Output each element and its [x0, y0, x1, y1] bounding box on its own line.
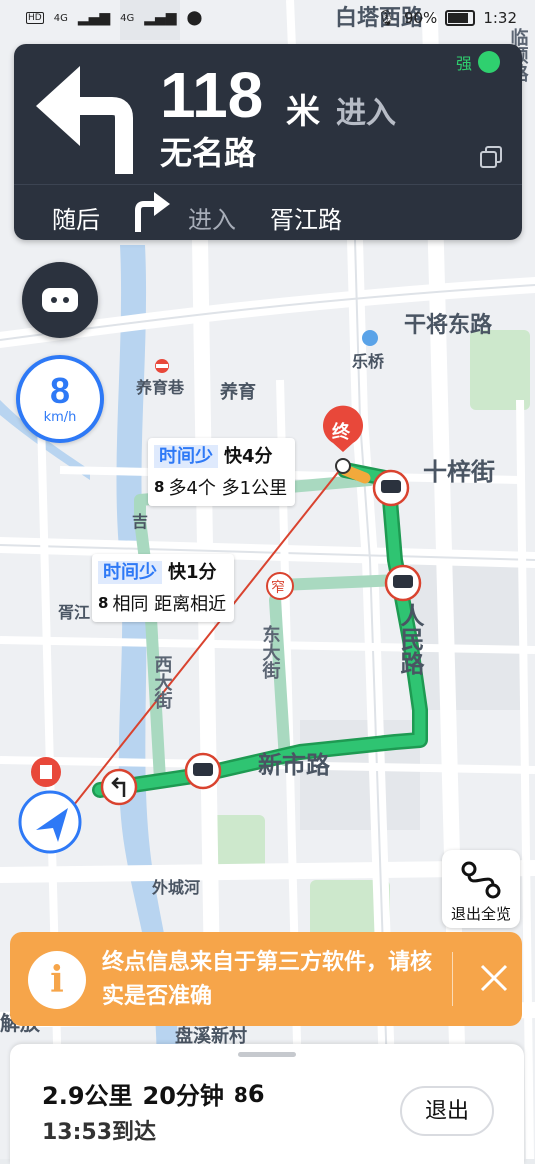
trip-distance: 2.9公里 [42, 1082, 133, 1110]
clock-time: 1:32 [483, 9, 517, 27]
map-label-renminlu: 人民路 [396, 603, 424, 675]
map-label-leqiao: 乐桥 [352, 352, 385, 371]
turn-action: 进入 [336, 96, 396, 131]
traffic-light-count: 6 [247, 1079, 265, 1108]
map-label-shizijie: 十梓街 [423, 458, 495, 486]
map-label-waichenghe: 外城河 [151, 878, 200, 897]
exit-navigation-button[interactable]: 退出 [400, 1086, 494, 1136]
battery-percent: 90% [403, 9, 438, 27]
traffic-light-icon: 8 [154, 478, 165, 496]
view-mode-button[interactable] [22, 262, 98, 338]
notice-divider [452, 952, 453, 1006]
close-icon[interactable] [466, 950, 522, 1006]
gps-signal-label: 强 [455, 54, 472, 73]
then-road-name: 胥江路 [270, 206, 342, 234]
poi-marker-icon [31, 757, 61, 787]
bus-stop-icon [372, 469, 410, 507]
gps-signal: 强 [456, 50, 500, 74]
signal-bars-icon: ▂▄▆ [77, 10, 111, 26]
signal-label-4g-1: 4G [53, 12, 68, 24]
signal-label-4g-2: 4G [120, 12, 135, 24]
then-action: 进入 [188, 206, 236, 234]
gps-satellite-icon [478, 51, 500, 73]
route-tag-detail: 相同 距离相近 [112, 594, 227, 615]
speedometer: 8 km/h [16, 355, 104, 443]
traffic-light-icon: 8 [98, 594, 109, 612]
turn-distance: 118 [160, 59, 264, 131]
battery-icon [445, 10, 476, 26]
turn-left-sign-icon [100, 768, 138, 806]
bus-stop-icon [184, 752, 222, 790]
picture-in-picture-icon[interactable] [480, 146, 502, 168]
map-label-xujiang: 胥江 [58, 603, 90, 622]
map-label-xinshilu: 新市路 [258, 751, 331, 779]
svg-text:终: 终 [332, 421, 351, 443]
narrow-road-sign-icon: 窄 [266, 572, 294, 600]
next-road-name: 无名路 [160, 134, 257, 172]
speed-value: 8 [49, 370, 71, 411]
turn-right-arrow-icon [135, 192, 170, 232]
map-label-yangyu: 养育 [219, 381, 256, 403]
card-divider [14, 184, 522, 185]
then-label: 随后 [52, 206, 100, 234]
status-bar: HD 4G ▂▄▆ 4G ▂▄▆ ⬤ 🎙 90% 1:32 [0, 0, 535, 38]
notice-text: 终点信息来自于第三方软件，请核实是否准确 [102, 950, 433, 1009]
route-tag-detail: 多4个 多1公里 [168, 478, 288, 499]
drag-handle[interactable] [238, 1052, 296, 1057]
traffic-lights: 86 [234, 1080, 265, 1108]
exit-overview-label: 退出全览 [450, 905, 511, 923]
info-icon: i [28, 951, 86, 1009]
metro-leqiao-icon [362, 330, 378, 346]
location-pin-icon: ⬤ [186, 10, 203, 26]
map-label-ganjiang: 干将东路 [404, 312, 493, 338]
arrival-time: 13:53到达 [42, 1120, 157, 1145]
trip-summary: 2.9公里 20分钟 86 [42, 1076, 265, 1111]
alt-route-tag-2[interactable]: 时间少 快1分 8 相同 距离相近 [92, 554, 235, 622]
signal-label-hd: HD [26, 12, 44, 24]
route-overview-icon [461, 861, 501, 899]
exit-overview-button[interactable]: 退出全览 [442, 850, 520, 928]
current-location-marker[interactable] [18, 790, 82, 854]
alt-route-tag-1[interactable]: 时间少 快4分 8 多4个 多1公里 [148, 438, 296, 506]
map-label-ji: 吉 [132, 512, 148, 531]
map-label-yangyuxiang: 养育巷 [135, 378, 185, 397]
car-view-icon [42, 288, 78, 312]
bus-stop-icon [384, 564, 422, 602]
trip-time: 20分钟 [142, 1082, 224, 1110]
route-tag-label: 时间少 [98, 561, 162, 584]
trip-summary-panel[interactable]: 2.9公里 20分钟 86 13:53到达 退出 [10, 1044, 524, 1164]
svg-text:窄: 窄 [271, 579, 285, 596]
third-party-notice: i 终点信息来自于第三方软件，请核实是否准确 [10, 932, 522, 1026]
signal-bars-icon: ▂▄▆ [144, 10, 177, 26]
route-tag-label: 时间少 [154, 445, 218, 468]
turn-left-arrow-icon [36, 66, 133, 174]
route-tag-fast: 快4分 [224, 446, 273, 467]
microphone-icon: 🎙 [376, 9, 396, 27]
map-label-dongdajie: 东大街 [260, 624, 282, 680]
speed-unit: km/h [43, 410, 77, 425]
navigation-instruction-card[interactable]: 118 米 进入 无名路 强 随后 进入 胥江路 [14, 44, 522, 240]
traffic-light-icon: 8 [233, 1082, 248, 1107]
distance-unit: 米 [286, 92, 320, 132]
route-tag-fast: 快1分 [168, 562, 217, 583]
map-label-xidajie: 西大街 [152, 655, 174, 710]
